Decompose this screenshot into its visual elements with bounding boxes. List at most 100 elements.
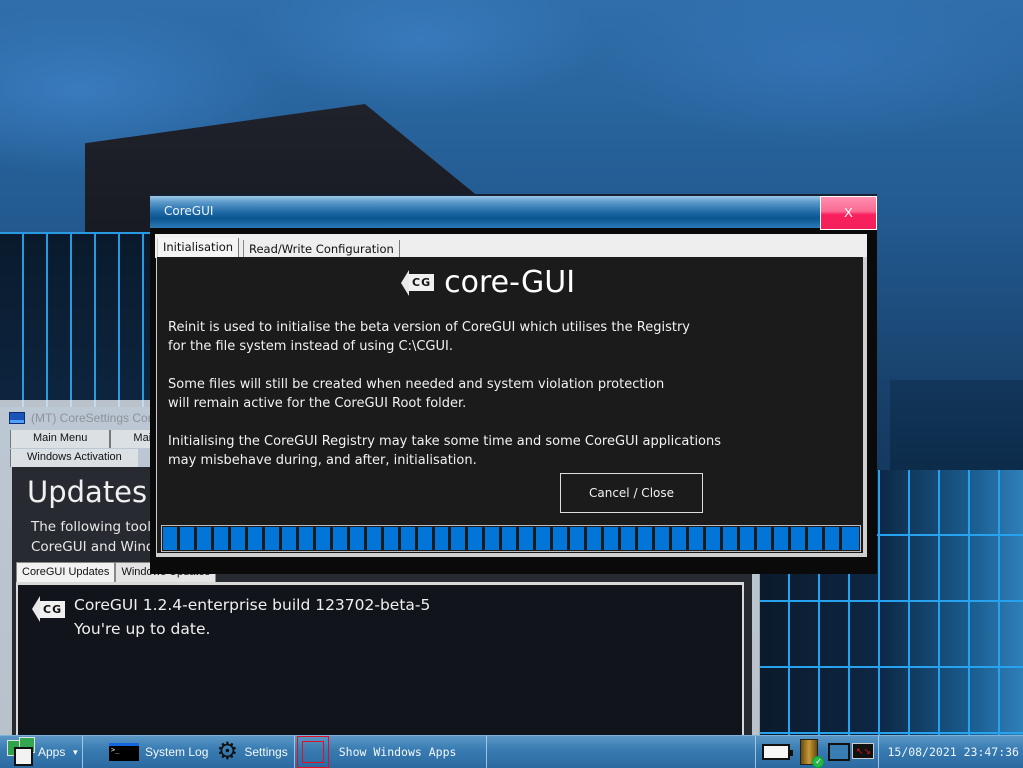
app-window-icon [9, 412, 25, 424]
message-paragraph: Reinit is used to initialise the beta ve… [168, 320, 690, 354]
progress-segment [298, 527, 316, 550]
progress-segment [621, 527, 639, 550]
apps-menu-button[interactable]: Apps ▼ [0, 736, 82, 768]
taskbar-item-system-log[interactable]: System Log [109, 736, 208, 768]
wallpaper-building-glass [0, 232, 160, 407]
coregui-updates-panel: CG CoreGUI 1.2.4-enterprise build 123702… [16, 582, 744, 735]
tab-main-menu[interactable]: Main Menu [10, 430, 111, 448]
progress-segment [502, 527, 520, 550]
page-title: Updates [27, 475, 148, 509]
coresettings-tabs-row2: Windows Activation [10, 449, 138, 467]
progress-segment [655, 527, 673, 550]
coregui-logo: CG core-GUI [401, 265, 575, 300]
dialog-message: Reinit is used to initialise the beta ve… [168, 318, 738, 489]
dialog-titlebar[interactable]: CoreGUI X [150, 194, 877, 230]
logo-text: core-GUI [444, 265, 576, 300]
taskbar-item-settings[interactable]: ⚙ Settings [216, 736, 288, 768]
progress-segment [519, 527, 537, 550]
apps-icon [2, 737, 35, 767]
caret-down-icon: ▼ [71, 747, 80, 757]
progress-segment [468, 527, 486, 550]
coregui-logo-icon: CG [401, 269, 435, 296]
progress-segment [807, 527, 825, 550]
progress-segment [587, 527, 605, 550]
initialisation-progress-bar [161, 525, 861, 552]
coresettings-title: (MT) CoreSettings Core [31, 411, 159, 425]
progress-segment [790, 527, 808, 550]
wallpaper-building [890, 380, 1023, 480]
progress-segment [824, 527, 842, 550]
version-line: CoreGUI 1.2.4-enterprise build 123702-be… [74, 596, 431, 614]
taskbar-item-label: Settings [244, 745, 288, 759]
coregui-logo-icon: CG [32, 596, 66, 622]
apps-label: Apps [38, 745, 66, 759]
tab-initialisation[interactable]: Initialisation [157, 238, 240, 258]
progress-segment [604, 527, 622, 550]
progress-segment [553, 527, 571, 550]
taskbar: Apps ▼ System Log ⚙ Settings Show Window… [0, 735, 1023, 768]
initialisation-panel: CG core-GUI Reinit is used to initialise… [156, 257, 867, 557]
progress-segment [383, 527, 401, 550]
tab-windows-activation[interactable]: Windows Activation [10, 449, 138, 467]
remote-desktop-icon[interactable]: ↖↘ [852, 743, 875, 759]
message-paragraph: Initialising the CoreGUI Registry may ta… [168, 434, 722, 468]
progress-segment [417, 527, 435, 550]
progress-segment [434, 527, 452, 550]
progress-segment [722, 527, 740, 550]
progress-segment [264, 527, 282, 550]
description-line: The following tool [31, 519, 151, 535]
progress-segment [756, 527, 774, 550]
progress-segment [179, 527, 197, 550]
progress-segment [349, 527, 367, 550]
progress-segment [213, 527, 231, 550]
progress-segment [672, 527, 690, 550]
progress-segment [706, 527, 723, 550]
gear-icon: ⚙ [216, 738, 239, 765]
progress-segment [485, 527, 503, 550]
network-icon[interactable] [828, 743, 851, 761]
terminal-icon [109, 743, 139, 761]
windows-apps-icon [296, 736, 329, 768]
progress-segment [451, 527, 469, 550]
progress-segment [570, 527, 588, 550]
close-button[interactable]: X [820, 196, 877, 230]
taskbar-divider [293, 735, 295, 768]
taskbar-item-label: Show Windows Apps [338, 745, 457, 759]
progress-segment [281, 527, 299, 550]
coregui-dialog[interactable]: CoreGUI X Initialisation Read/Write Conf… [150, 194, 877, 574]
update-status: You're up to date. [74, 620, 211, 638]
dialog-tabs: Initialisation Read/Write Configuration [155, 234, 867, 260]
taskbar-clock[interactable]: 15/08/2021 23:47:36 [887, 745, 1023, 759]
version-info: CoreGUI 1.2.4-enterprise build 123702-be… [74, 593, 430, 641]
progress-segment [366, 527, 384, 550]
progress-segment [163, 527, 180, 550]
progress-segment [638, 527, 656, 550]
progress-segment [739, 527, 757, 550]
progress-segment [841, 527, 859, 550]
progress-segment [400, 527, 418, 550]
battery-icon[interactable] [762, 744, 794, 760]
progress-segment [689, 527, 706, 550]
message-paragraph: Some files will still be created when ne… [168, 377, 665, 411]
progress-segment [230, 527, 248, 550]
taskbar-item-show-windows-apps[interactable]: Show Windows Apps [295, 736, 457, 768]
dialog-title: CoreGUI [164, 204, 214, 218]
updates-description: The following tool CoreGUI and Wind [31, 517, 154, 557]
progress-segment [332, 527, 350, 550]
progress-segment [247, 527, 265, 550]
check-icon: ✓ [812, 756, 825, 768]
progress-segment [536, 527, 554, 550]
taskbar-divider [82, 735, 83, 768]
taskbar-item-label: System Log [145, 745, 209, 759]
progress-segment [196, 527, 214, 550]
taskbar-divider [878, 735, 880, 768]
progress-segment [773, 527, 791, 550]
cancel-close-button[interactable]: Cancel / Close [560, 473, 703, 513]
description-line: CoreGUI and Wind [31, 539, 155, 555]
tab-coregui-updates[interactable]: CoreGUI Updates [16, 562, 116, 582]
taskbar-divider [486, 735, 488, 768]
progress-segment [315, 527, 333, 550]
drive-status-icon[interactable]: ✓ [800, 739, 825, 768]
taskbar-divider [755, 735, 757, 768]
system-tray: ✓ ↖↘ [756, 736, 875, 768]
